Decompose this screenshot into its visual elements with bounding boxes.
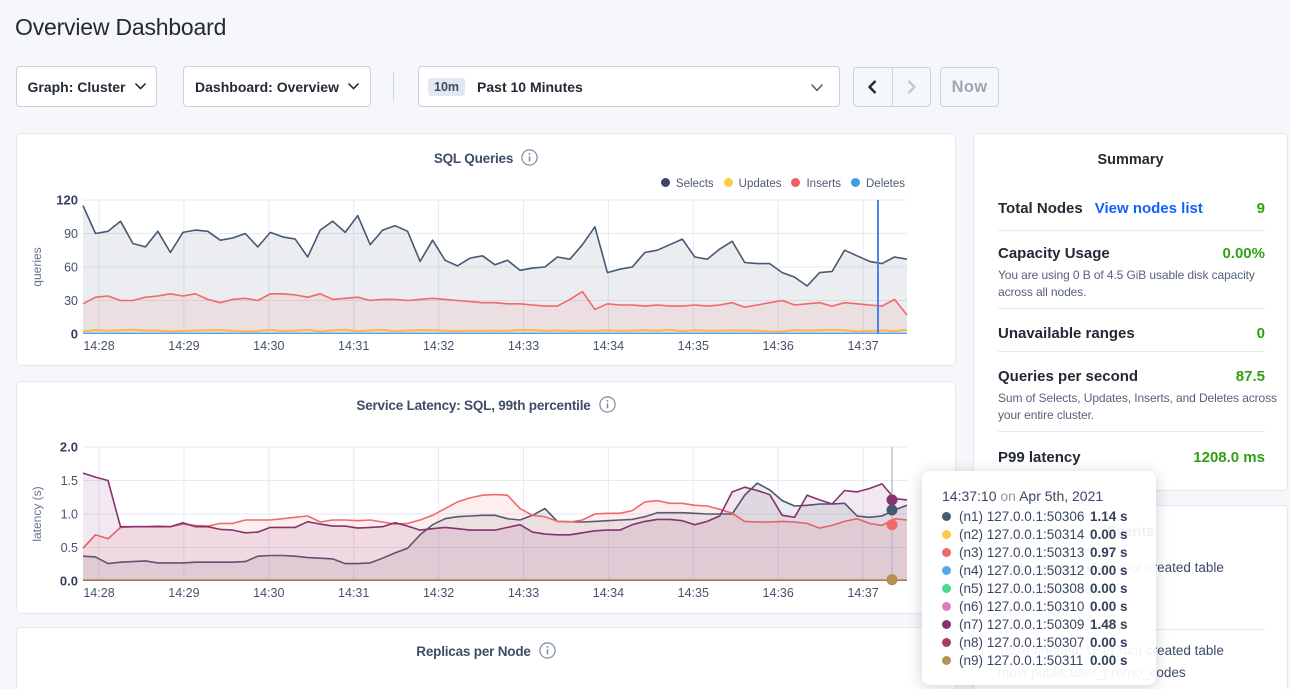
svg-text:14:30: 14:30 [253,339,284,353]
svg-text:14:28: 14:28 [83,586,114,600]
svg-text:120: 120 [56,193,78,208]
svg-text:14:32: 14:32 [423,586,454,600]
svg-text:2.0: 2.0 [60,440,78,455]
svg-text:14:37: 14:37 [847,339,878,353]
svg-text:14:31: 14:31 [338,586,369,600]
svg-text:30: 30 [64,294,78,308]
svg-text:14:29: 14:29 [168,586,199,600]
svg-text:14:34: 14:34 [593,339,624,353]
svg-text:0.0: 0.0 [60,574,78,589]
svg-text:14:30: 14:30 [253,586,284,600]
svg-text:0: 0 [71,327,78,342]
svg-text:14:36: 14:36 [763,586,794,600]
svg-text:60: 60 [64,261,78,275]
svg-text:14:33: 14:33 [508,586,539,600]
svg-text:14:28: 14:28 [83,339,114,353]
svg-text:14:35: 14:35 [678,586,709,600]
svg-text:14:31: 14:31 [338,339,369,353]
svg-text:14:36: 14:36 [763,339,794,353]
svg-text:14:33: 14:33 [508,339,539,353]
svg-text:1.5: 1.5 [61,474,78,488]
svg-text:0.5: 0.5 [61,541,78,555]
svg-text:14:37: 14:37 [847,586,878,600]
svg-text:14:32: 14:32 [423,339,454,353]
svg-text:90: 90 [64,227,78,241]
svg-text:1.0: 1.0 [61,508,78,522]
svg-text:queries: queries [30,247,44,286]
svg-text:latency (s): latency (s) [30,486,44,541]
svg-text:14:29: 14:29 [168,339,199,353]
svg-text:14:35: 14:35 [678,339,709,353]
svg-text:14:34: 14:34 [593,586,624,600]
